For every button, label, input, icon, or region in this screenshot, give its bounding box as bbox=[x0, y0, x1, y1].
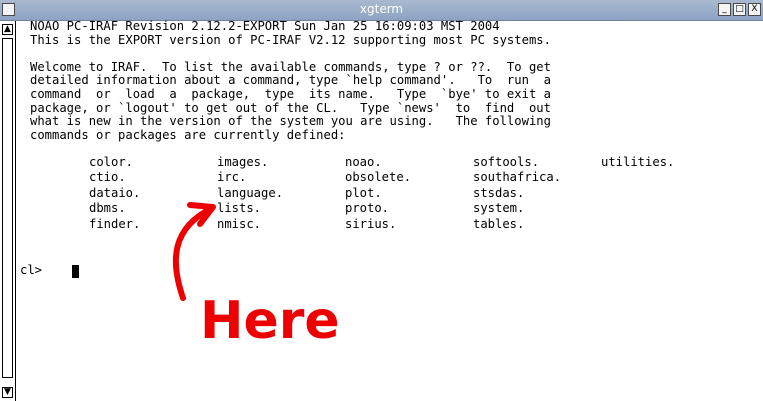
scroll-up-arrow-icon[interactable]: ▲ bbox=[2, 24, 13, 35]
package-row: finder. nmisc. sirius. tables. bbox=[30, 216, 753, 234]
package-name: lists. bbox=[217, 201, 262, 216]
welcome-line: package, or `logout' to get out of the C… bbox=[30, 100, 551, 115]
package-name: irc. bbox=[217, 170, 247, 185]
welcome-line: detailed information about a command, ty… bbox=[30, 73, 551, 88]
package-name: proto. bbox=[345, 201, 390, 216]
terminal-output[interactable]: NOAO PC-IRAF Revision 2.12.2-EXPORT Sun … bbox=[30, 19, 753, 401]
package-name: language. bbox=[217, 185, 284, 200]
package-name: dbms. bbox=[89, 201, 126, 216]
package-name: sirius. bbox=[345, 216, 397, 231]
window-title: xgterm bbox=[359, 2, 404, 16]
title-bar[interactable]: xgterm _ □ X bbox=[0, 0, 763, 21]
package-row: color. images. noao. softools. utilities… bbox=[30, 154, 753, 172]
package-name: softools. bbox=[473, 154, 540, 169]
header-line: NOAO PC-IRAF Revision 2.12.2-EXPORT Sun … bbox=[30, 19, 500, 33]
package-row: dbms. lists. proto. system. bbox=[30, 202, 753, 218]
package-list: color. images. noao. softools. utilities… bbox=[30, 154, 753, 234]
package-name: dataio. bbox=[89, 185, 141, 200]
scroll-down-arrow-icon[interactable]: ▼ bbox=[2, 387, 13, 398]
package-row: dataio. language. plot. stsdas. bbox=[30, 185, 753, 203]
package-name: noao. bbox=[345, 154, 382, 169]
welcome-line: command or load a package, type its name… bbox=[30, 86, 551, 101]
package-name: system. bbox=[473, 201, 525, 216]
welcome-line: what is new in the version of the system… bbox=[30, 114, 551, 129]
scrollbar-thumb[interactable] bbox=[2, 38, 13, 378]
package-name: nmisc. bbox=[217, 216, 262, 231]
package-name: finder. bbox=[89, 216, 141, 231]
package-name: utilities. bbox=[601, 154, 675, 169]
minimize-button[interactable]: _ bbox=[718, 3, 731, 16]
package-name: southafrica. bbox=[473, 170, 562, 185]
header-line: This is the EXPORT version of PC-IRAF V2… bbox=[30, 32, 551, 47]
package-name: plot. bbox=[345, 185, 382, 200]
close-button[interactable]: X bbox=[748, 3, 761, 16]
package-name: obsolete. bbox=[345, 170, 412, 185]
text-cursor[interactable] bbox=[72, 265, 79, 278]
welcome-line: Welcome to IRAF. To list the available c… bbox=[30, 59, 551, 74]
package-name: color. bbox=[89, 154, 134, 169]
vertical-scrollbar[interactable]: ▲ ▼ bbox=[0, 21, 16, 401]
package-name: images. bbox=[217, 154, 269, 169]
maximize-button[interactable]: □ bbox=[733, 3, 746, 16]
welcome-line: commands or packages are currently defin… bbox=[30, 127, 346, 142]
cl-prompt: cl> bbox=[20, 263, 43, 277]
package-name: ctio. bbox=[89, 170, 126, 185]
package-row: ctio. irc. obsolete. southafrica. bbox=[30, 171, 753, 187]
package-name: tables. bbox=[473, 216, 525, 231]
package-name: stsdas. bbox=[473, 185, 525, 200]
